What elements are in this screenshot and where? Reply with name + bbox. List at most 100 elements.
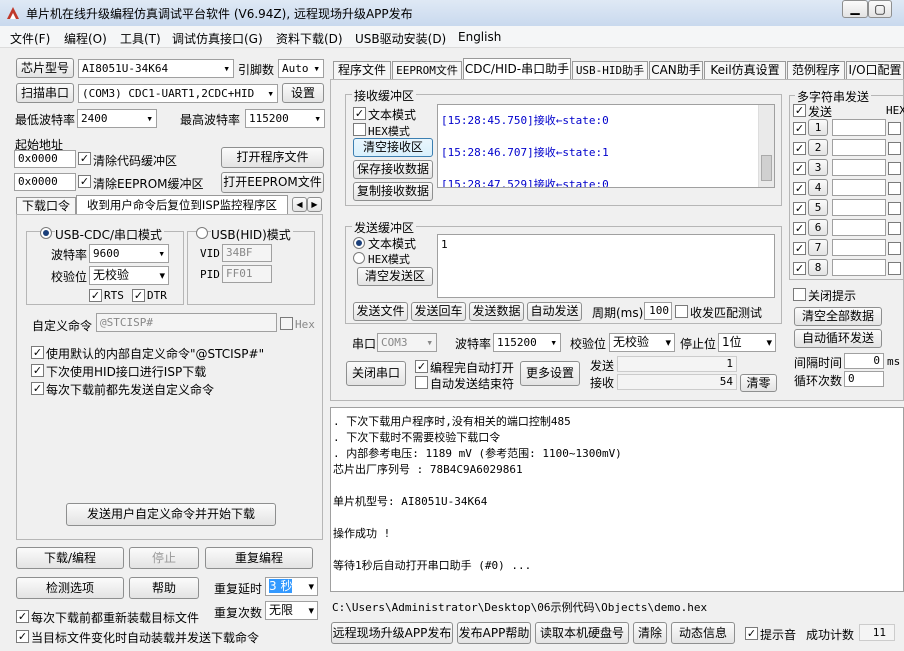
clear-log-button[interactable]: 清除 <box>633 622 667 644</box>
serial-parity-select[interactable]: 无校验 <box>609 333 675 352</box>
multi-row-send-button[interactable]: 6 <box>808 219 828 236</box>
multi-row-hex-checkbox[interactable] <box>888 162 901 175</box>
multi-row-input[interactable] <box>832 219 886 236</box>
hex-checkbox[interactable] <box>280 317 293 330</box>
send-cr-button[interactable]: 发送回车 <box>411 302 466 321</box>
multi-row-send-button[interactable]: 5 <box>808 199 828 216</box>
multi-row-input[interactable] <box>832 159 886 176</box>
multi-row-hex-checkbox[interactable] <box>888 202 901 215</box>
stop-bits-select[interactable]: 1位 <box>718 333 776 352</box>
send-hex-mode-radio[interactable] <box>353 252 365 264</box>
multi-row-checkbox[interactable]: ✓ <box>793 162 806 175</box>
multi-row-checkbox[interactable]: ✓ <box>793 142 806 155</box>
multi-row-input[interactable] <box>832 259 886 276</box>
chip-model-select[interactable]: AI8051U-34K64 <box>78 59 234 78</box>
close-port-button[interactable]: 关闭串口 <box>346 361 406 386</box>
open-eeprom-file-button[interactable]: 打开EEPROM文件 <box>221 172 324 193</box>
tab-io-config[interactable]: I/O口配置 <box>846 61 904 80</box>
auto-send-button[interactable]: 自动发送 <box>527 302 582 321</box>
hid-isp-checkbox[interactable]: ✓ <box>31 364 44 377</box>
menu-english[interactable]: English <box>458 30 501 44</box>
period-input[interactable]: 100 <box>644 302 672 320</box>
beep-checkbox[interactable]: ✓ <box>745 627 758 640</box>
scan-port-button[interactable]: 扫描串口 <box>16 83 74 103</box>
auto-end-checkbox[interactable] <box>415 376 428 389</box>
cdc-mode-radio[interactable] <box>40 227 52 239</box>
tab-eeprom-file[interactable]: EEPROM文件 <box>392 61 462 80</box>
chip-model-button[interactable]: 芯片型号 <box>16 58 74 78</box>
multi-row-send-button[interactable]: 7 <box>808 239 828 256</box>
multi-row-send-button[interactable]: 3 <box>808 159 828 176</box>
open-program-file-button[interactable]: 打开程序文件 <box>221 147 324 168</box>
multi-row-checkbox[interactable]: ✓ <box>793 122 806 135</box>
multi-row-checkbox[interactable]: ✓ <box>793 262 806 275</box>
serial-port-select[interactable]: COM3 <box>377 333 437 352</box>
pin-count-select[interactable]: Auto <box>278 59 324 78</box>
dynamic-info-button[interactable]: 动态信息 <box>671 622 735 644</box>
copy-receive-button[interactable]: 复制接收数据 <box>353 182 433 201</box>
interval-input[interactable]: 0 <box>844 353 884 369</box>
auto-reload-checkbox[interactable]: ✓ <box>16 630 29 643</box>
parity-select[interactable]: 无校验 <box>89 266 169 285</box>
remote-upgrade-button[interactable]: 远程现场升级APP发布 <box>331 622 453 644</box>
clear-all-data-button[interactable]: 清空全部数据 <box>794 307 882 326</box>
reload-before-download-checkbox[interactable]: ✓ <box>16 610 29 623</box>
tab-program-file[interactable]: 程序文件 <box>333 61 391 80</box>
send-textarea[interactable]: 1 <box>437 234 775 298</box>
multi-row-hex-checkbox[interactable] <box>888 262 901 275</box>
loopback-checkbox[interactable] <box>675 305 688 318</box>
clear-count-button[interactable]: 清零 <box>740 374 777 392</box>
menu-tools[interactable]: 工具(T) <box>120 30 161 47</box>
tab-scroll-left[interactable]: ◀ <box>292 197 307 212</box>
tab-keil[interactable]: Keil仿真设置 <box>704 61 786 80</box>
clear-receive-button[interactable]: 清空接收区 <box>353 138 433 157</box>
rts-checkbox[interactable]: ✓ <box>89 289 102 302</box>
multi-row-input[interactable] <box>832 179 886 196</box>
loop-count-input[interactable]: 0 <box>844 371 884 387</box>
multi-row-input[interactable] <box>832 239 886 256</box>
tab-examples[interactable]: 范例程序 <box>787 61 845 80</box>
log-output[interactable]: . 下次下载用户程序时,没有相关的端口控制485 . 下次下载时不需要校验下载口… <box>330 407 904 592</box>
eeprom-address-input[interactable]: 0x0000 <box>14 173 76 191</box>
read-disk-id-button[interactable]: 读取本机硬盘号 <box>535 622 629 644</box>
multi-row-hex-checkbox[interactable] <box>888 122 901 135</box>
menu-file[interactable]: 文件(F) <box>10 30 50 47</box>
help-button[interactable]: 帮助 <box>129 577 199 599</box>
receive-scrollbar[interactable] <box>758 105 774 187</box>
publish-app-help-button[interactable]: 发布APP帮助 <box>457 622 531 644</box>
auto-open-checkbox[interactable]: ✓ <box>415 360 428 373</box>
receive-textarea[interactable]: [15:28:45.750]接收←state:0 [15:28:46.707]接… <box>437 104 775 188</box>
tab-serial-assistant[interactable]: CDC/HID-串口助手 <box>463 58 571 80</box>
custom-command-input[interactable]: @STCISP# <box>96 313 277 332</box>
settings-button[interactable]: 设置 <box>282 83 324 103</box>
stop-button[interactable]: 停止 <box>129 547 199 569</box>
multi-row-send-button[interactable]: 4 <box>808 179 828 196</box>
multi-row-send-button[interactable]: 2 <box>808 139 828 156</box>
max-baud-select[interactable]: 115200 <box>245 109 325 128</box>
send-text-mode-radio[interactable] <box>353 237 365 249</box>
tab-can[interactable]: CAN助手 <box>649 61 703 80</box>
tab-scroll-right[interactable]: ▶ <box>307 197 322 212</box>
baud-select[interactable]: 9600 <box>89 244 169 263</box>
send-command-download-button[interactable]: 发送用户自定义命令并开始下载 <box>66 503 276 526</box>
check-options-button[interactable]: 检测选项 <box>16 577 124 599</box>
vid-input[interactable]: 34BF <box>222 244 272 262</box>
serial-baud-select[interactable]: 115200 <box>493 333 561 352</box>
port-select[interactable]: (COM3) CDC1-UART1,2CDC+HID <box>78 84 278 103</box>
tab-download-password[interactable]: 下载口令 <box>16 197 76 215</box>
pid-input[interactable]: FF01 <box>222 265 272 283</box>
save-receive-button[interactable]: 保存接收数据 <box>353 160 433 179</box>
more-settings-button[interactable]: 更多设置 <box>520 361 580 386</box>
multi-row-input[interactable] <box>832 119 886 136</box>
multi-row-hex-checkbox[interactable] <box>888 142 901 155</box>
download-program-button[interactable]: 下载/编程 <box>16 547 124 569</box>
repeat-count-select[interactable]: 无限 <box>265 601 318 620</box>
send-command-first-checkbox[interactable]: ✓ <box>31 382 44 395</box>
menu-program[interactable]: 编程(O) <box>64 30 107 47</box>
auto-loop-send-button[interactable]: 自动循环发送 <box>794 329 882 348</box>
menu-download[interactable]: 资料下载(D) <box>276 30 343 47</box>
multi-row-hex-checkbox[interactable] <box>888 242 901 255</box>
multi-row-input[interactable] <box>832 199 886 216</box>
clear-send-button[interactable]: 清空发送区 <box>357 267 433 286</box>
recv-hex-mode-checkbox[interactable] <box>353 123 366 136</box>
